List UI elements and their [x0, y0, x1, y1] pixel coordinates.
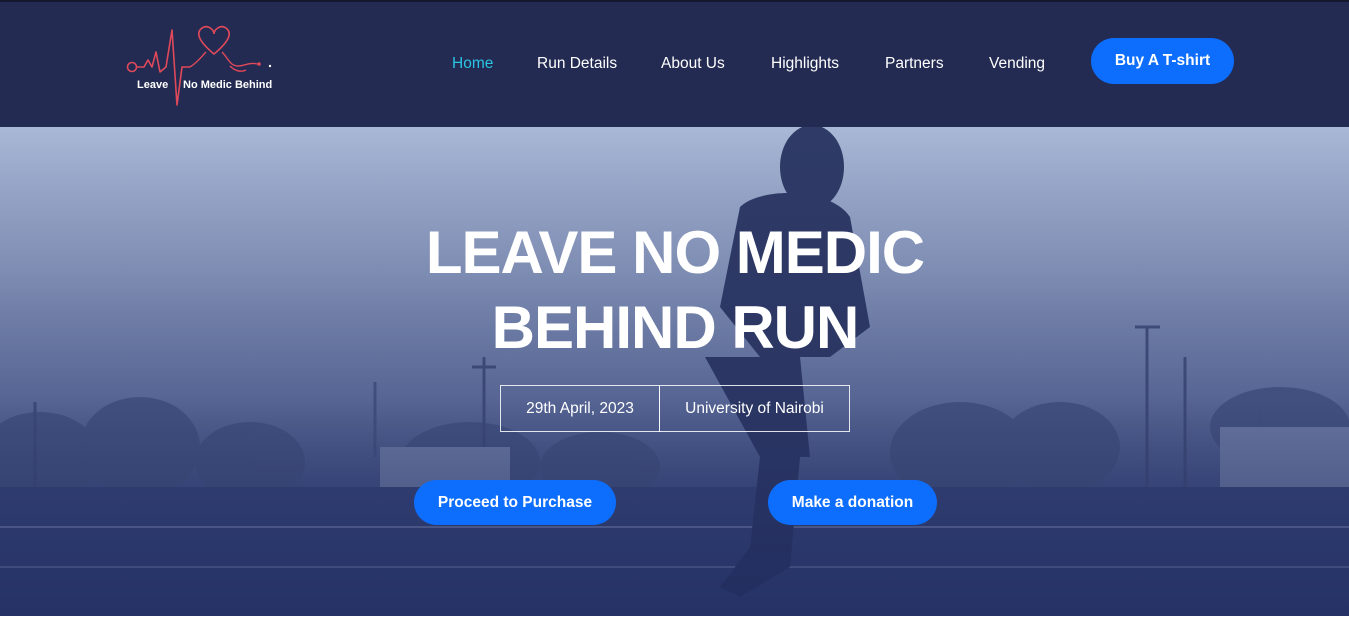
- event-location: University of Nairobi: [659, 385, 850, 432]
- navbar: Leave No Medic Behind Home Run Details A…: [0, 2, 1349, 127]
- nav-item-run-details[interactable]: Run Details: [537, 55, 617, 73]
- nav-item-about-us[interactable]: About Us: [661, 55, 725, 73]
- nav-item-vending[interactable]: Vending: [989, 55, 1045, 73]
- page-bottom: [0, 616, 1349, 634]
- hero-background-image: [0, 127, 1349, 616]
- logo-text-no-medic-behind: No Medic Behind: [183, 79, 273, 91]
- nav-item-highlights[interactable]: Highlights: [771, 55, 839, 73]
- logo[interactable]: Leave No Medic Behind: [0, 2, 300, 127]
- logo-text-leave: Leave: [137, 79, 169, 91]
- hero-title: LEAVE NO MEDIC BEHIND RUN: [375, 215, 975, 365]
- buy-tshirt-button[interactable]: Buy A T-shirt: [1091, 38, 1234, 84]
- make-donation-button[interactable]: Make a donation: [768, 480, 937, 525]
- hero-title-line-1: LEAVE NO MEDIC: [425, 219, 925, 286]
- hero-title-line-2: BEHIND RUN: [491, 294, 860, 361]
- event-date: 29th April, 2023: [500, 385, 660, 432]
- heartbeat-logo-icon: [126, 25, 272, 106]
- nav-item-home[interactable]: Home: [452, 55, 493, 73]
- hero-section: [0, 127, 1349, 616]
- nav-item-partners[interactable]: Partners: [885, 55, 944, 73]
- proceed-to-purchase-button[interactable]: Proceed to Purchase: [414, 480, 616, 525]
